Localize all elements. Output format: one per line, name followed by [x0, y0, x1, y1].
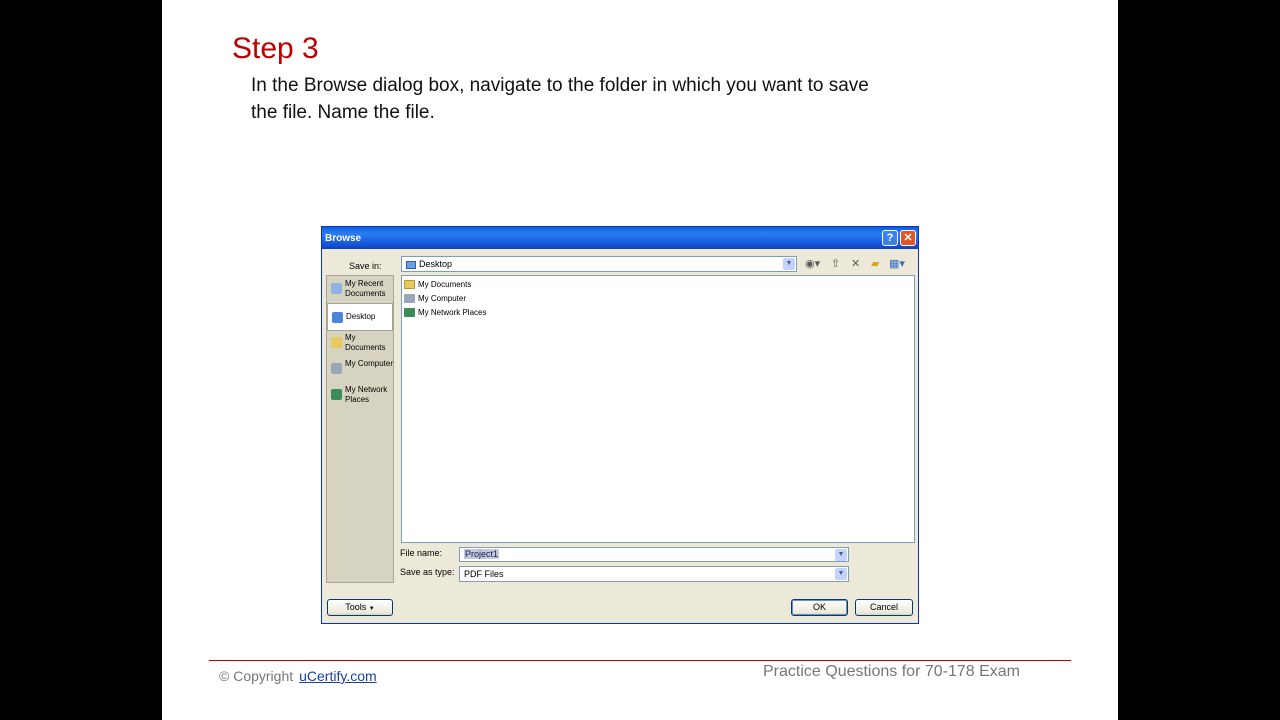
tools-label: Tools	[345, 602, 367, 612]
chevron-down-icon: ▼	[368, 606, 375, 612]
places-bar: My Recent Documents Desktop My Documents…	[326, 275, 394, 583]
copyright-text: © Copyright	[219, 668, 294, 684]
save-as-type-dropdown[interactable]: PDF Files ▼	[459, 566, 849, 582]
copyright: © Copyright uCertify.com	[219, 668, 377, 684]
save-in-dropdown[interactable]: Desktop ▼	[401, 256, 797, 272]
save-as-type-label: Save as type:	[400, 567, 455, 577]
place-label: Desktop	[346, 312, 376, 321]
place-label: My Recent Documents	[345, 279, 386, 298]
ucertify-link[interactable]: uCertify.com	[299, 668, 377, 684]
footer-divider	[209, 660, 1071, 661]
help-button[interactable]: ?	[882, 230, 898, 246]
folder-icon	[404, 280, 415, 290]
file-label: My Documents	[418, 280, 472, 289]
instruction-text: In the Browse dialog box, navigate to th…	[251, 75, 869, 123]
chevron-down-icon[interactable]: ▼	[783, 258, 795, 270]
list-item[interactable]: My Documents	[404, 279, 471, 291]
save-as-type-value: PDF Files	[464, 569, 504, 579]
file-name-label: File name:	[400, 548, 443, 558]
ok-button[interactable]: OK	[791, 599, 848, 616]
desktop-icon	[406, 260, 416, 269]
dialog-title: Browse	[325, 233, 362, 244]
recent-documents-icon	[331, 283, 342, 294]
back-icon[interactable]: ◉▾	[805, 257, 820, 271]
desktop-icon	[332, 312, 343, 323]
cancel-button[interactable]: Cancel	[855, 599, 913, 616]
footer-exam-title: Practice Questions for 70-178 Exam	[763, 663, 1021, 680]
computer-icon	[404, 294, 415, 304]
place-label: My Documents	[345, 333, 386, 352]
file-label: My Network Places	[418, 308, 487, 317]
views-icon[interactable]: ▦▾	[889, 257, 905, 271]
new-folder-icon[interactable]: ▰	[871, 257, 879, 271]
list-item[interactable]: My Computer	[404, 293, 466, 305]
place-my-computer[interactable]: My Computer	[327, 357, 393, 385]
place-label: My Computer	[345, 359, 394, 368]
place-recent-documents[interactable]: My Recent Documents	[327, 277, 393, 305]
place-label: My Network Places	[345, 385, 388, 404]
delete-icon[interactable]: ✕	[851, 257, 860, 271]
place-my-documents[interactable]: My Documents	[327, 331, 393, 359]
chevron-down-icon[interactable]: ▼	[835, 549, 847, 561]
up-folder-icon[interactable]: ⇧	[831, 257, 840, 271]
network-icon	[404, 308, 415, 318]
tools-button[interactable]: Tools ▼	[327, 599, 393, 616]
file-list[interactable]: My Documents My Computer My Network Plac…	[401, 275, 915, 543]
my-documents-icon	[331, 337, 342, 348]
my-computer-icon	[331, 363, 342, 374]
dialog-titlebar[interactable]: Browse ? ✕	[322, 227, 918, 249]
chevron-down-icon[interactable]: ▼	[835, 568, 847, 580]
place-network-places[interactable]: My Network Places	[327, 383, 393, 411]
step-title: Step 3	[232, 32, 319, 65]
place-desktop[interactable]: Desktop	[327, 303, 393, 331]
save-in-value: Desktop	[419, 259, 453, 269]
file-name-field[interactable]: Project1 ▼	[459, 547, 849, 562]
list-item[interactable]: My Network Places	[404, 307, 486, 319]
file-label: My Computer	[418, 294, 467, 303]
close-button[interactable]: ✕	[900, 230, 916, 246]
browse-dialog: Browse ? ✕ Save in: Desktop ▼ ◉▾ ⇧ ✕ ▰ ▦…	[321, 226, 919, 624]
network-places-icon	[331, 389, 342, 400]
file-name-value: Project1	[464, 549, 500, 559]
slide: Step 3 In the Browse dialog box, navigat…	[162, 0, 1118, 720]
save-in-label: Save in:	[349, 261, 382, 271]
